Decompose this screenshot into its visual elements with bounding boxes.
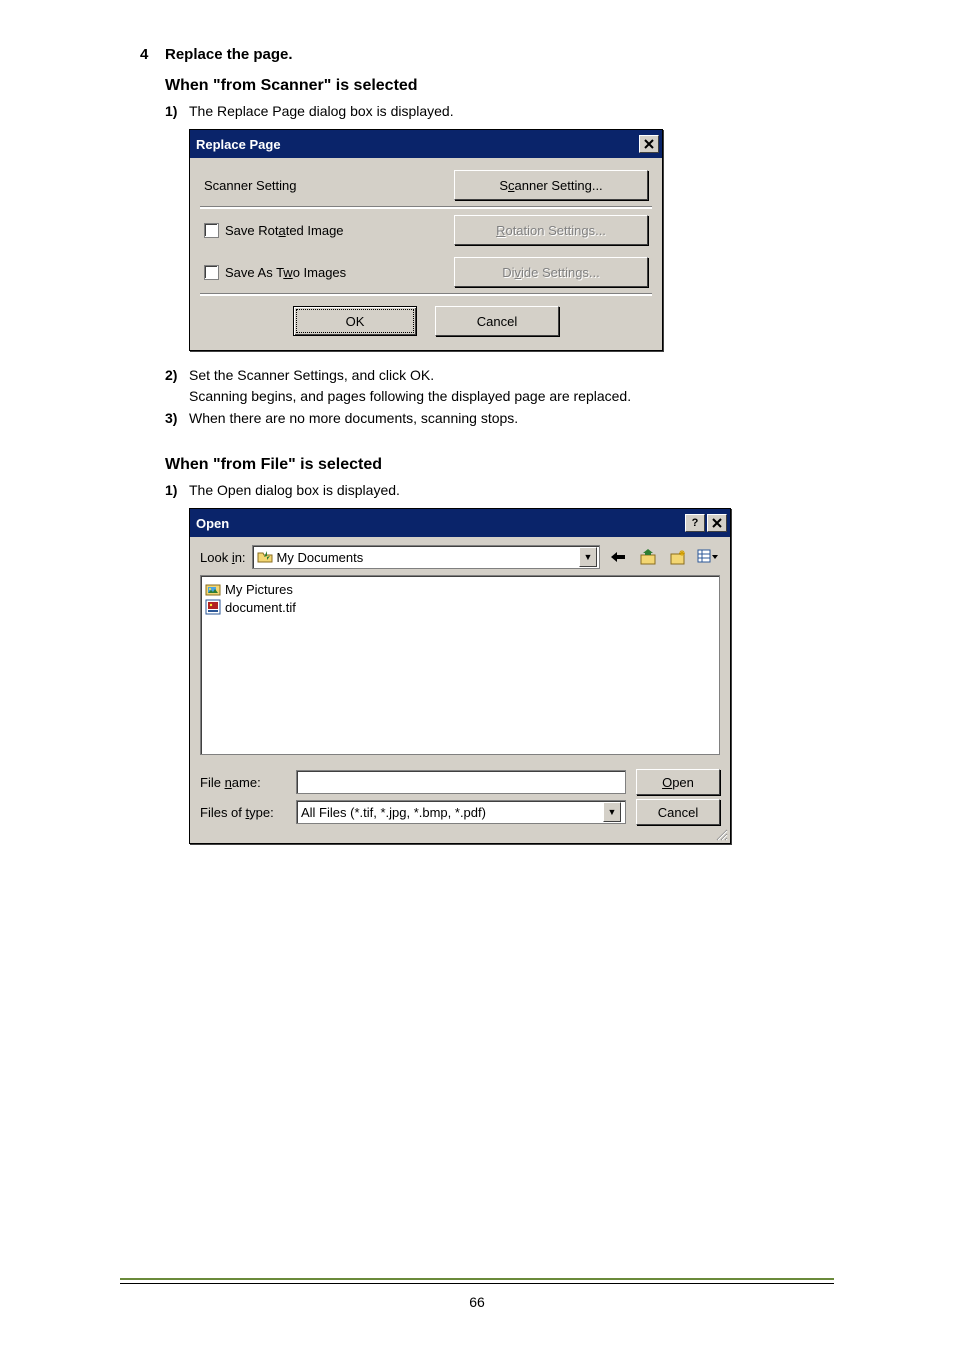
rotation-settings-button: Rotation Settings... — [454, 215, 648, 245]
btn-text: Cancel — [477, 314, 517, 329]
dialog-title: Open — [196, 516, 229, 531]
list-text: The Replace Page dialog box is displayed… — [189, 101, 514, 121]
dialog-titlebar: Replace Page — [190, 130, 662, 158]
btn-text: S — [499, 178, 508, 193]
scanner-subhead: When "from Scanner" is selected — [165, 77, 954, 95]
file-name-input[interactable] — [296, 770, 626, 794]
scanner-step-1: 1) The Replace Page dialog box is displa… — [165, 101, 954, 121]
ok-button[interactable]: OK — [293, 306, 417, 336]
combo-value: My Documents — [273, 550, 579, 565]
cancel-button[interactable]: Cancel — [636, 799, 720, 825]
list-text: The Open dialog box is displayed. — [189, 480, 460, 500]
replace-page-dialog: Replace Page Scanner Setting Scanner Set… — [189, 129, 663, 351]
save-two-images-checkbox[interactable]: Save As Two Images — [204, 265, 346, 280]
btn-text: R — [496, 223, 505, 238]
save-rotated-checkbox[interactable]: Save Rotated Image — [204, 223, 344, 238]
folder-pictures-icon — [205, 581, 221, 597]
scanner-step-2: 2) Set the Scanner Settings, and click O… — [165, 365, 954, 406]
dialog-titlebar: Open ? — [190, 509, 730, 537]
list-text: When there are no more documents, scanni… — [189, 408, 578, 428]
look-in-label: Look in: — [200, 550, 246, 565]
page-number: 66 — [0, 1294, 954, 1310]
footer-divider — [120, 1278, 834, 1280]
step-title: Replace the page. — [165, 46, 293, 63]
chk-label: Save As T — [225, 265, 283, 280]
chk-label: o Images — [293, 265, 346, 280]
file-step-1: 1) The Open dialog box is displayed. — [165, 480, 954, 500]
list-item[interactable]: My Pictures — [205, 580, 715, 598]
combo-value: All Files (*.tif, *.jpg, *.bmp, *.pdf) — [301, 805, 486, 820]
chevron-down-icon[interactable]: ▼ — [603, 802, 621, 822]
btn-text: O — [662, 775, 672, 790]
chk-label: w — [283, 265, 292, 280]
chk-label: Save Rot — [225, 223, 278, 238]
close-icon[interactable] — [639, 135, 659, 153]
image-file-icon — [205, 599, 221, 615]
checkbox-icon — [204, 265, 219, 280]
list-number: 1) — [165, 101, 189, 121]
new-folder-icon[interactable] — [666, 546, 690, 568]
step-header: 4 Replace the page. — [0, 46, 954, 63]
btn-text: ide Settings... — [521, 265, 600, 280]
chevron-down-icon[interactable]: ▼ — [579, 547, 597, 567]
files-of-type-combo[interactable]: All Files (*.tif, *.jpg, *.bmp, *.pdf) ▼ — [296, 800, 626, 824]
btn-text: otation Settings... — [505, 223, 605, 238]
list-text: Set the Scanner Settings, and click OK. … — [189, 365, 691, 406]
btn-text: anner Setting... — [515, 178, 603, 193]
scanner-setting-label: Scanner Setting — [204, 178, 297, 193]
close-icon[interactable] — [707, 514, 727, 532]
view-menu-icon[interactable] — [696, 546, 720, 568]
checkbox-icon — [204, 223, 219, 238]
look-in-combo[interactable]: My Documents ▼ — [252, 545, 600, 569]
scanner-step-3: 3) When there are no more documents, sca… — [165, 408, 954, 428]
back-icon[interactable] — [606, 546, 630, 568]
up-one-level-icon[interactable] — [636, 546, 660, 568]
open-dialog: Open ? Look in: My Documents ▼ — [189, 508, 731, 844]
btn-text: Cancel — [658, 805, 698, 820]
help-icon[interactable]: ? — [685, 514, 705, 532]
files-of-type-label: Files of type: — [200, 805, 286, 820]
scanner-setting-button[interactable]: Scanner Setting... — [454, 170, 648, 200]
btn-text: pen — [672, 775, 694, 790]
chk-label: ted Image — [286, 223, 344, 238]
list-number: 3) — [165, 408, 189, 428]
dialog-title: Replace Page — [196, 137, 281, 152]
resize-grip-icon[interactable] — [714, 827, 728, 841]
cancel-button[interactable]: Cancel — [435, 306, 559, 336]
open-button[interactable]: Open — [636, 769, 720, 795]
file-name: My Pictures — [225, 582, 293, 597]
list-number: 1) — [165, 480, 189, 500]
list-number: 2) — [165, 365, 189, 406]
btn-text: OK — [346, 314, 365, 329]
file-name-label: File name: — [200, 775, 286, 790]
divide-settings-button: Divide Settings... — [454, 257, 648, 287]
footer-divider-thin — [120, 1283, 834, 1284]
list-item[interactable]: document.tif — [205, 598, 715, 616]
folder-open-icon — [257, 549, 273, 565]
file-list[interactable]: My Pictures document.tif — [200, 575, 720, 755]
file-subhead: When "from File" is selected — [165, 456, 954, 474]
file-name: document.tif — [225, 600, 296, 615]
chk-label: a — [278, 223, 285, 238]
step-number: 4 — [140, 46, 165, 63]
btn-text: Di — [502, 265, 514, 280]
